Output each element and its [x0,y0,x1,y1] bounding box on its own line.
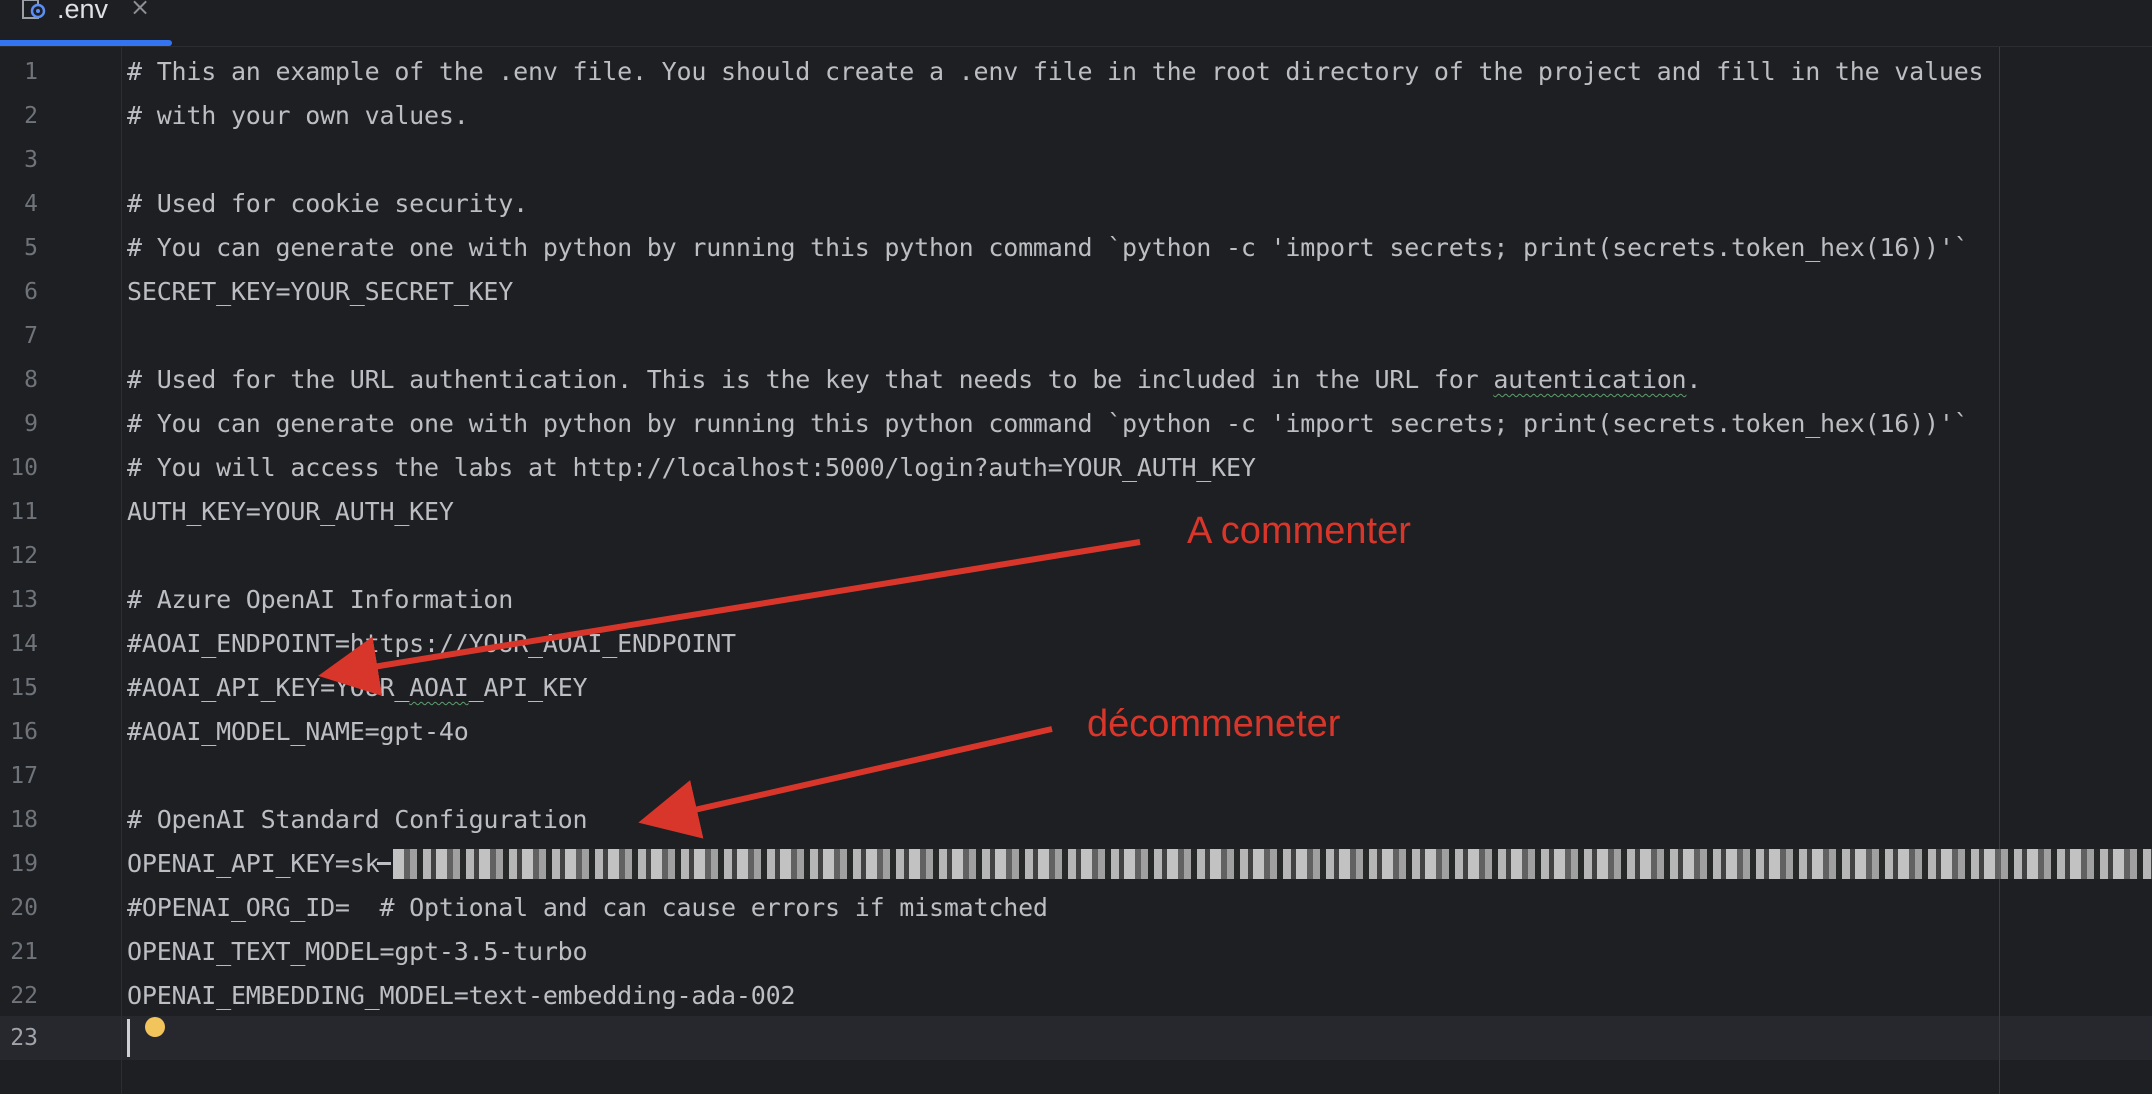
annotation-uncomment: décommeneter [1087,703,1341,745]
code-line: 19 OPENAI_API_KEY=sk [0,842,2152,886]
line-text[interactable]: # You will access the labs at http://loc… [127,446,1256,490]
line-text[interactable]: #AOAI_MODEL_NAME=gpt-4o [127,710,469,754]
code-line: 14 #AOAI_ENDPOINT=https://YOUR_AOAI_ENDP… [0,622,2152,666]
code-line: 2 # with your own values. [0,94,2152,138]
code-line: 11 AUTH_KEY=YOUR_AUTH_KEY [0,490,2152,534]
line-text[interactable]: # This an example of the .env file. You … [127,50,1984,94]
line-number: 9 [24,411,38,437]
line-number: 4 [24,191,38,217]
line-text[interactable]: # OpenAI Standard Configuration [127,798,588,842]
line-number: 21 [10,939,38,965]
line-text[interactable]: # You can generate one with python by ru… [127,226,1969,270]
line-text[interactable]: # Used for cookie security. [127,182,528,226]
line-text-part: _API_KEY [468,673,588,702]
line-text[interactable]: # with your own values. [127,94,469,138]
line-number: 2 [24,103,38,129]
close-icon[interactable]: × [130,0,150,21]
typo-warning[interactable]: autentication [1493,365,1686,394]
code-line: 21 OPENAI_TEXT_MODEL=gpt-3.5-turbo [0,930,2152,974]
code-line: 8 # Used for the URL authentication. Thi… [0,358,2152,402]
line-number: 22 [10,983,38,1009]
line-text-part: # Used for the URL authentication. This … [127,365,1494,394]
line-number: 8 [24,367,38,393]
code-line: 12 [0,534,2152,578]
line-number: 12 [10,543,38,569]
line-number: 23 [10,1025,38,1051]
line-number: 10 [10,455,38,481]
editor-tab-bar: .env × [0,0,2152,47]
code-line: 6 SECRET_KEY=YOUR_SECRET_KEY [0,270,2152,314]
line-text[interactable]: #AOAI_ENDPOINT=https://YOUR_AOAI_ENDPOIN… [127,622,736,666]
line-number: 1 [24,59,38,85]
annotation-comment-out: A commenter [1187,510,1411,552]
code-line: 22 OPENAI_EMBEDDING_MODEL=text-embedding… [0,974,2152,1018]
line-text[interactable]: # Azure OpenAI Information [127,578,513,622]
code-line: 15 #AOAI_API_KEY=YOUR_AOAI_API_KEY [0,666,2152,710]
line-text[interactable]: #AOAI_API_KEY=YOUR_AOAI_API_KEY [127,666,588,710]
intention-bulb-icon[interactable] [145,1017,165,1037]
line-text[interactable]: AUTH_KEY=YOUR_AUTH_KEY [127,490,454,534]
code-line: 10 # You will access the labs at http://… [0,446,2152,490]
line-number: 13 [10,587,38,613]
code-line: 9 # You can generate one with python by … [0,402,2152,446]
tab-title: .env [57,0,109,24]
line-text[interactable]: OPENAI_TEXT_MODEL=gpt-3.5-turbo [127,930,588,974]
code-line: 20 #OPENAI_ORG_ID= # Optional and can ca… [0,886,2152,930]
code-line: 16 #AOAI_MODEL_NAME=gpt-4o [0,710,2152,754]
line-number: 3 [24,147,38,173]
tab-env-file[interactable]: .env × [0,0,172,46]
line-number: 6 [24,279,38,305]
code-line: 17 [0,754,2152,798]
line-number: 5 [24,235,38,261]
editor-area[interactable]: 1 # This an example of the .env file. Yo… [0,47,2152,1094]
code-line: 1 # This an example of the .env file. Yo… [0,50,2152,94]
code-line: 23 [0,1016,2152,1060]
line-number: 19 [10,851,38,877]
line-text[interactable]: # You can generate one with python by ru… [127,402,1969,446]
line-number: 16 [10,719,38,745]
line-text[interactable]: #OPENAI_ORG_ID= # Optional and can cause… [127,886,1048,930]
line-number: 15 [10,675,38,701]
line-text[interactable]: OPENAI_EMBEDDING_MODEL=text-embedding-ad… [127,974,796,1018]
line-text-dash [377,862,391,865]
text-caret [127,1019,130,1057]
code-line: 18 # OpenAI Standard Configuration [0,798,2152,842]
line-text[interactable]: # Used for the URL authentication. This … [127,358,1701,402]
line-text-part: #AOAI_API_KEY=YOUR_ [127,673,410,702]
active-tab-indicator [0,40,172,46]
line-number: 20 [10,895,38,921]
line-number: 11 [10,499,38,525]
typo-warning[interactable]: AOAI [409,673,469,702]
line-text-part: . [1686,365,1702,394]
line-number: 18 [10,807,38,833]
settings-file-icon [22,0,50,20]
line-text[interactable]: SECRET_KEY=YOUR_SECRET_KEY [127,270,513,314]
line-number: 7 [24,323,38,349]
redacted-api-key [393,849,2152,879]
line-text[interactable]: OPENAI_API_KEY=sk [127,842,380,886]
code-line: 7 [0,314,2152,358]
code-editor-window: .env × 1 # This an example of the .env f… [0,0,2152,1094]
code-line: 4 # Used for cookie security. [0,182,2152,226]
code-line: 13 # Azure OpenAI Information [0,578,2152,622]
line-number: 17 [10,763,38,789]
code-line: 3 [0,138,2152,182]
code-line: 5 # You can generate one with python by … [0,226,2152,270]
line-number: 14 [10,631,38,657]
